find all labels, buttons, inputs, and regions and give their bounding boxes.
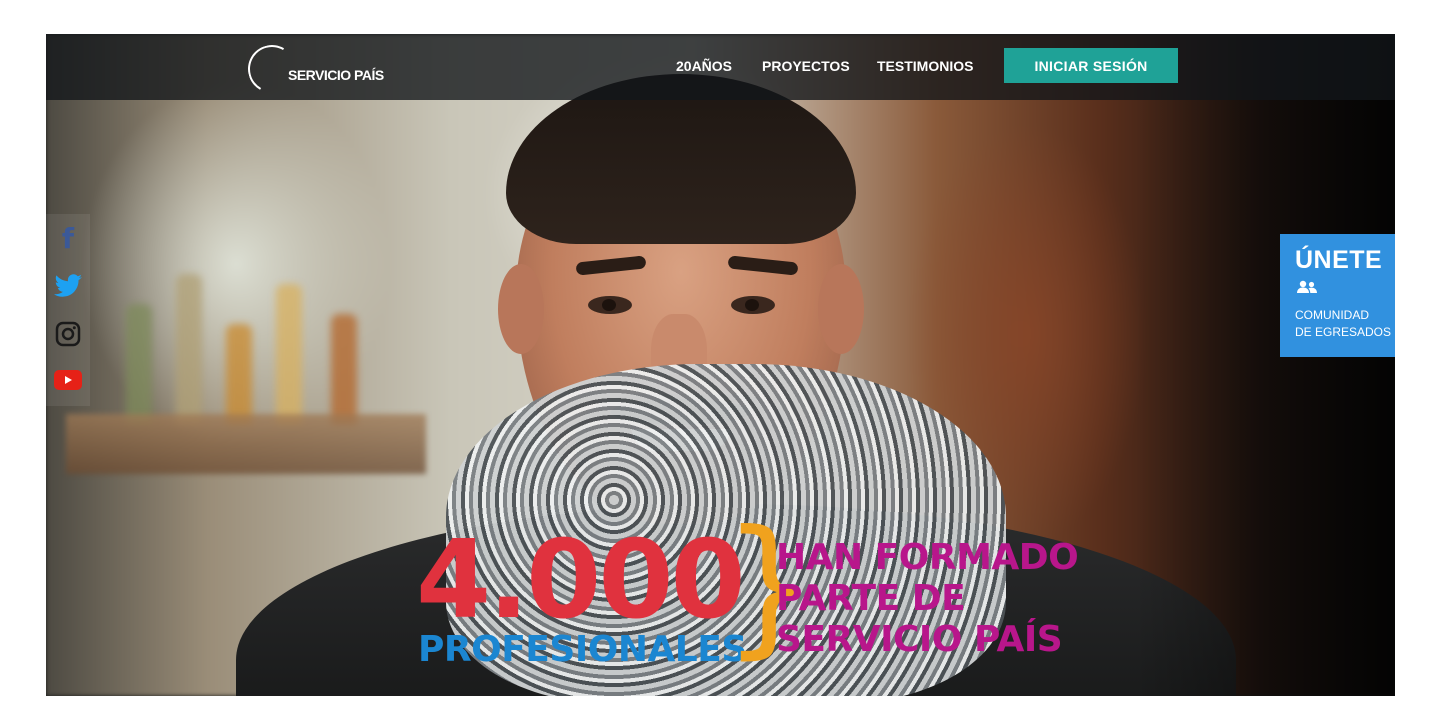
hero-headline: 4.000 PROFESIONALES } HAN FORMADO PARTE … [416, 511, 1116, 696]
youtube-icon[interactable] [52, 364, 84, 396]
hero-section: SERVICIO PAÍS 20AÑOS PROYECTOS TESTIMONI… [46, 34, 1395, 696]
join-subtitle-line2: DE EGRESADOS [1295, 325, 1392, 339]
top-navbar: SERVICIO PAÍS 20AÑOS PROYECTOS TESTIMONI… [46, 34, 1395, 100]
social-sidebar: f [46, 214, 90, 406]
login-button[interactable]: INICIAR SESIÓN [1004, 48, 1178, 83]
background-shelf [66, 414, 426, 474]
logo-text: SERVICIO PAÍS [288, 67, 384, 83]
background-bottles [116, 224, 416, 424]
hero-claim: HAN FORMADO PARTE DE SERVICIO PAÍS [776, 537, 1079, 660]
hero-claim-line2: PARTE DE [776, 578, 966, 619]
users-icon [1297, 280, 1317, 293]
facebook-icon[interactable]: f [52, 222, 84, 255]
nav-link-20-anos[interactable]: 20AÑOS [676, 58, 732, 74]
hero-claim-line3: SERVICIO PAÍS [776, 619, 1063, 660]
nav-link-proyectos[interactable]: PROYECTOS [762, 58, 850, 74]
twitter-icon[interactable] [52, 270, 84, 302]
join-title: ÚNETE [1295, 246, 1383, 274]
join-community-badge[interactable]: ÚNETE COMUNIDAD DE EGRESADOS [1280, 234, 1395, 357]
nav-link-testimonios[interactable]: TESTIMONIOS [877, 58, 973, 74]
hero-shadow-overlay [1135, 34, 1395, 696]
hero-number-caption: PROFESIONALES [418, 629, 747, 670]
join-subtitle-line1: COMUNIDAD [1295, 308, 1369, 322]
hero-claim-line1: HAN FORMADO [776, 537, 1079, 578]
instagram-icon[interactable] [52, 318, 84, 350]
join-subtitle: COMUNIDAD DE EGRESADOS [1295, 307, 1391, 341]
site-logo[interactable]: SERVICIO PAÍS [242, 39, 398, 99]
hero-number: 4.000 [416, 518, 746, 643]
